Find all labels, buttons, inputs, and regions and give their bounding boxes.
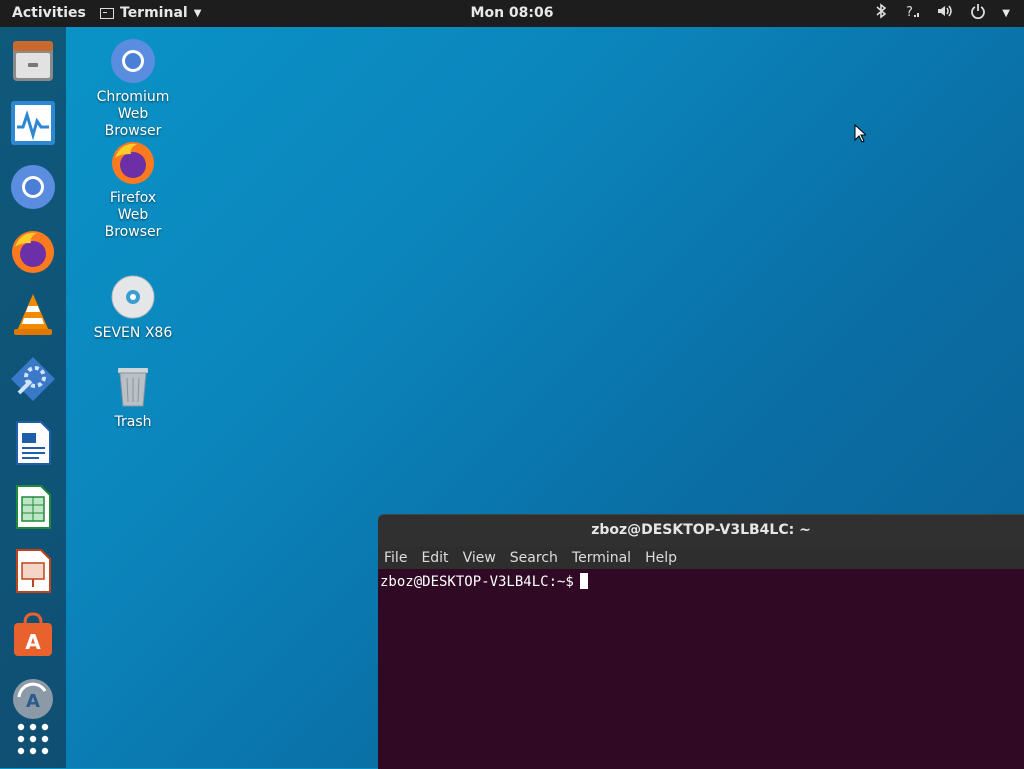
terminal-title-bar[interactable]: zboz@DESKTOP-V3LB4LC: ~ [378,514,1024,547]
files-icon[interactable] [9,37,57,85]
libreoffice-writer-icon[interactable] [9,419,57,467]
desktop-icon-label: SEVEN X86 [93,325,173,341]
firefox-icon[interactable] [9,227,57,275]
terminal-title: zboz@DESKTOP-V3LB4LC: ~ [591,522,811,538]
chromium-icon[interactable] [9,163,57,211]
menu-search[interactable]: Search [510,547,558,569]
desktop-icon-seven-x86[interactable]: SEVEN X86 [83,273,183,342]
software-center-icon[interactable]: A [9,611,57,659]
trash-icon [118,368,148,407]
terminal-icon [100,7,114,19]
menu-edit[interactable]: Edit [421,547,448,569]
system-tray[interactable]: ? ▼ [874,3,1010,23]
volume-icon[interactable] [936,3,954,23]
terminal-window[interactable]: zboz@DESKTOP-V3LB4LC: ~ File Edit View S… [378,514,1024,769]
app-menu-button[interactable]: Terminal ▼ [100,5,201,21]
chevron-down-icon[interactable]: ▼ [1002,8,1010,19]
desktop-icon-firefox[interactable]: Firefox Web Browser [83,138,183,241]
menu-help[interactable]: Help [645,547,677,569]
show-applications-icon[interactable] [9,715,57,763]
chevron-down-icon: ▼ [193,7,202,19]
settings-icon[interactable] [9,355,57,403]
chromium-icon [111,39,155,83]
vlc-icon[interactable] [9,291,57,339]
menu-file[interactable]: File [384,547,407,569]
firefox-icon [112,142,154,184]
bluetooth-icon[interactable] [874,3,888,23]
desktop-icon-label: Trash [114,414,152,430]
terminal-menubar: File Edit View Search Terminal Help [378,547,1024,569]
menu-terminal[interactable]: Terminal [572,547,631,569]
software-updater-icon[interactable]: A [9,673,57,721]
text-cursor [579,573,588,589]
power-icon[interactable] [970,3,986,23]
desktop-icon-trash[interactable]: Trash [83,362,183,431]
optical-disc-icon [111,275,155,319]
libreoffice-impress-icon[interactable] [9,547,57,595]
svg-text:A: A [25,630,41,654]
clock[interactable]: Mon 08:06 [471,5,554,21]
desktop-icon-chromium[interactable]: Chromium Web Browser [83,37,183,140]
dock: A A [0,27,66,768]
svg-text:?: ? [906,5,913,19]
terminal-console[interactable]: zboz@DESKTOP-V3LB4LC:~$ [378,569,1024,769]
system-monitor-icon[interactable] [9,99,57,147]
terminal-prompt: zboz@DESKTOP-V3LB4LC:~$ [380,574,574,590]
libreoffice-calc-icon[interactable] [9,483,57,531]
svg-text:A: A [26,691,40,712]
menu-view[interactable]: View [463,547,496,569]
network-icon[interactable]: ? [904,3,920,23]
mouse-pointer-icon [854,124,866,143]
top-bar: Activities Terminal ▼ Mon 08:06 ? ▼ [0,0,1024,27]
activities-button[interactable]: Activities [12,5,86,21]
desktop-icon-label: Firefox Web Browser [104,190,162,240]
app-menu-label: Terminal [120,5,188,21]
desktop-icon-label: Chromium Web Browser [96,89,170,139]
